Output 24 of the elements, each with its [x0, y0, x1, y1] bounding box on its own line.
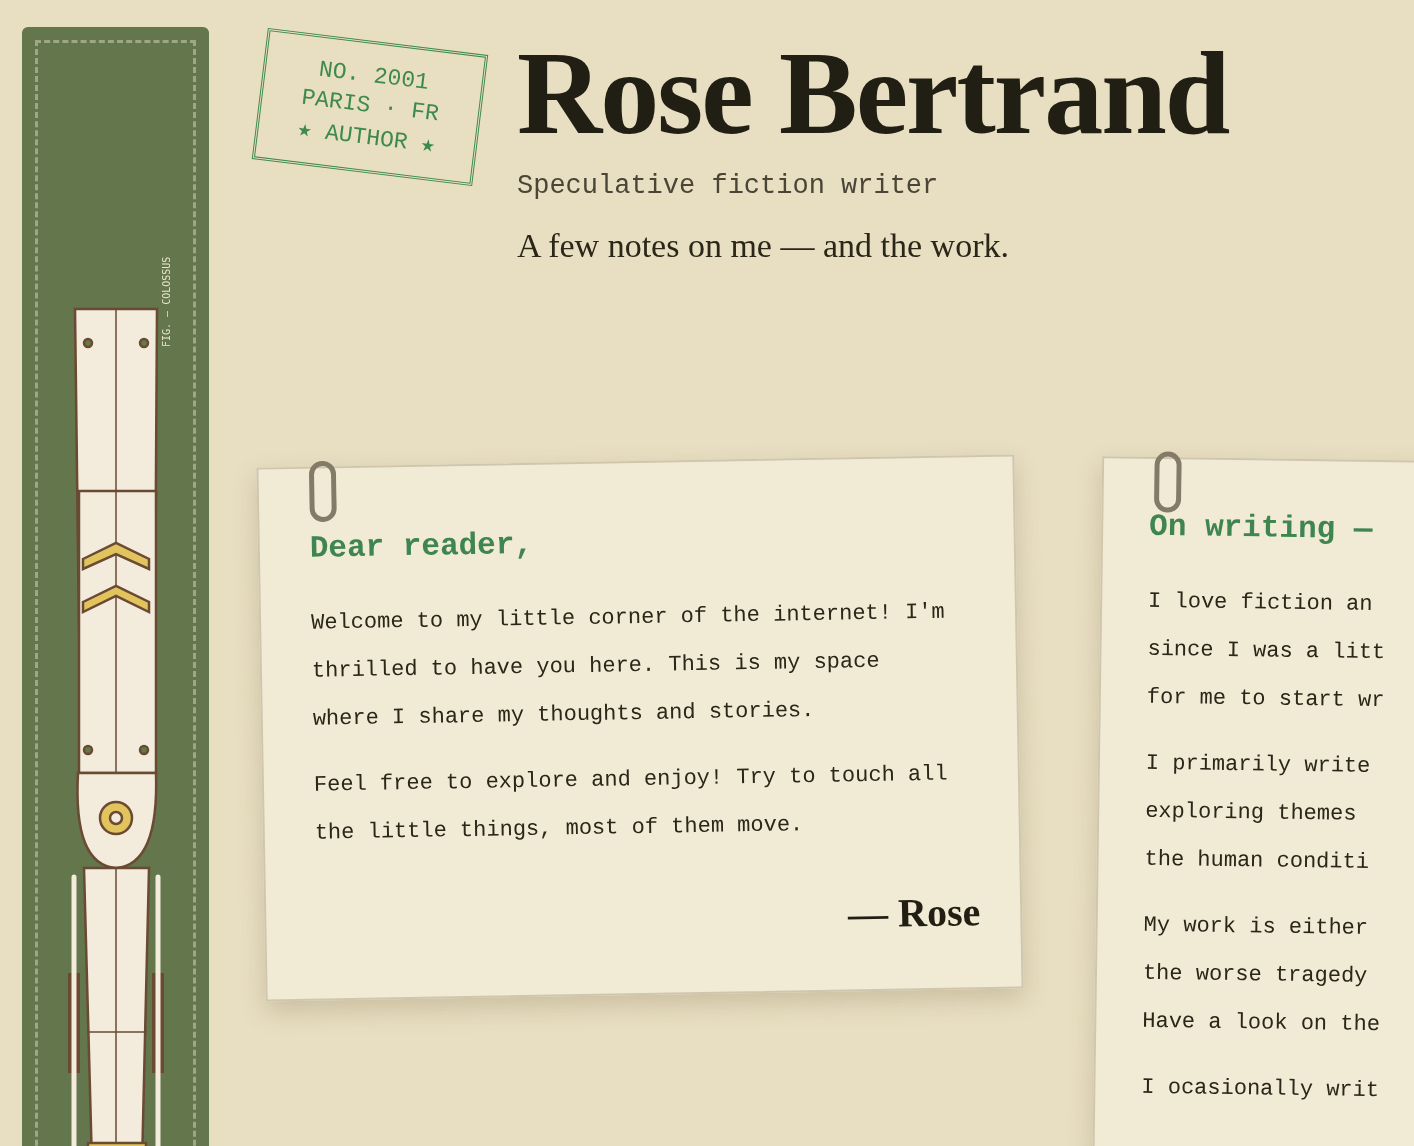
card-text: since I was a litt [1147, 635, 1387, 668]
card-text: thrilled to have you here. This is my space [311, 647, 881, 686]
card-text: Have a look on the [1141, 1007, 1382, 1040]
page-title: Rose Bertrand [517, 35, 1229, 153]
signature: — Rose [847, 888, 981, 938]
card-heading: Dear reader, [309, 525, 535, 566]
card-text: where I share my thoughts and stories. [312, 696, 816, 734]
paperclip-icon [1153, 450, 1183, 516]
card-text: I ocasionally writ [1141, 1073, 1381, 1106]
tagline: A few notes on me — and the work. [517, 227, 1010, 265]
card-text: for me to start wr [1146, 683, 1386, 716]
figure-caption: FIG. — COLOSSUS [159, 255, 173, 350]
subtitle: Speculative fiction writer [517, 171, 940, 201]
paperclip-icon [308, 460, 338, 525]
card-text: I primarily write [1145, 749, 1372, 781]
card-text: the little things, most of them move. [314, 811, 805, 848]
card-text: Welcome to my little corner of the internet! I'm [310, 598, 946, 638]
card-text: I love fiction an [1147, 587, 1374, 619]
card-heading: On writing — [1149, 508, 1374, 549]
card-text: My work is either [1143, 911, 1370, 943]
card-text: Feel free to explore and enjoy! Try to touch all [313, 760, 949, 800]
card-text: the human conditi [1144, 845, 1371, 877]
card-text: exploring themes [1144, 797, 1358, 829]
card-text: the worse tragedy [1142, 959, 1369, 991]
